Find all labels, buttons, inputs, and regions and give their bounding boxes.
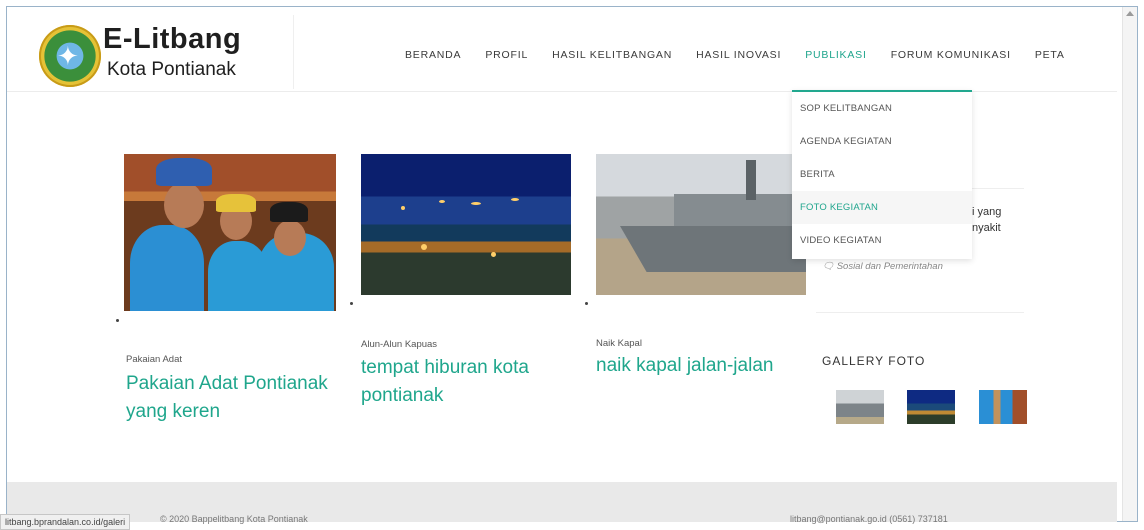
dropdown-item-sop-kelitbangan[interactable]: SOP KELITBANGAN xyxy=(792,92,972,125)
brand-subtitle: Kota Pontianak xyxy=(107,59,236,80)
post-image-naik-kapal[interactable] xyxy=(596,154,806,295)
bullet-dot xyxy=(116,319,119,322)
nav-item-hasil-kelitbangan[interactable]: HASIL KELITBANGAN xyxy=(540,43,684,67)
main-nav: BERANDA PROFIL HASIL KELITBANGAN HASIL I… xyxy=(393,43,1077,67)
gallery-thumb-people[interactable] xyxy=(979,390,1027,424)
vertical-scrollbar[interactable] xyxy=(1122,7,1137,521)
post-category[interactable]: Naik Kapal xyxy=(596,338,642,349)
nav-item-publikasi[interactable]: PUBLIKASI xyxy=(793,43,878,67)
footer-copyright: © 2020 Bappelitbang Kota Pontianak xyxy=(160,514,308,524)
footer-contact: litbang@pontianak.go.id (0561) 737181 xyxy=(790,514,948,524)
post-category[interactable]: Pakaian Adat xyxy=(126,354,182,365)
sidebar-post-excerpt[interactable]: i yang xyxy=(972,206,1001,218)
sidebar-post-excerpt[interactable]: nyakit xyxy=(972,222,1001,234)
scroll-up-icon[interactable] xyxy=(1126,11,1134,16)
nav-item-hasil-inovasi[interactable]: HASIL INOVASI xyxy=(684,43,793,67)
dropdown-item-foto-kegiatan[interactable]: FOTO KEGIATAN xyxy=(792,191,972,224)
brand-logo-link[interactable]: ✦ E-Litbang Kota Pontianak xyxy=(35,17,297,89)
dropdown-item-berita[interactable]: BERITA xyxy=(792,158,972,191)
nav-item-beranda[interactable]: BERANDA xyxy=(393,43,473,67)
bullet-dot xyxy=(350,302,353,305)
gallery-thumb-night[interactable] xyxy=(907,390,955,424)
city-emblem-icon: ✦ xyxy=(39,25,101,87)
gallery-thumb-ship[interactable] xyxy=(836,390,884,424)
post-image-pakaian-adat[interactable] xyxy=(124,154,336,311)
post-title[interactable]: Pakaian Adat Pontianak yang keren xyxy=(126,370,336,426)
header-divider xyxy=(293,15,294,89)
dropdown-item-agenda-kegiatan[interactable]: AGENDA KEGIATAN xyxy=(792,125,972,158)
nav-item-peta[interactable]: PETA xyxy=(1023,43,1077,67)
bullet-dot xyxy=(585,302,588,305)
publikasi-dropdown: SOP KELITBANGAN AGENDA KEGIATAN BERITA F… xyxy=(792,90,972,259)
post-category[interactable]: Alun-Alun Kapuas xyxy=(361,339,437,350)
nav-item-profil[interactable]: PROFIL xyxy=(473,43,540,67)
gallery-title: GALLERY FOTO xyxy=(822,354,926,368)
dropdown-item-video-kegiatan[interactable]: VIDEO KEGIATAN xyxy=(792,224,972,257)
sidebar-post-category[interactable]: 🗨 Sosial dan Pemerintahan xyxy=(822,261,943,272)
nav-item-forum-komunikasi[interactable]: FORUM KOMUNIKASI xyxy=(879,43,1023,67)
post-title[interactable]: tempat hiburan kota pontianak xyxy=(361,354,571,410)
site-header: ✦ E-Litbang Kota Pontianak BERANDA PROFI… xyxy=(7,7,1117,92)
comment-icon: 🗨 xyxy=(822,261,837,272)
post-image-alun-alun-kapuas[interactable] xyxy=(361,154,571,295)
post-title[interactable]: naik kapal jalan-jalan xyxy=(596,352,816,380)
sidebar-divider xyxy=(816,312,1024,313)
brand-name: E-Litbang xyxy=(103,23,242,55)
